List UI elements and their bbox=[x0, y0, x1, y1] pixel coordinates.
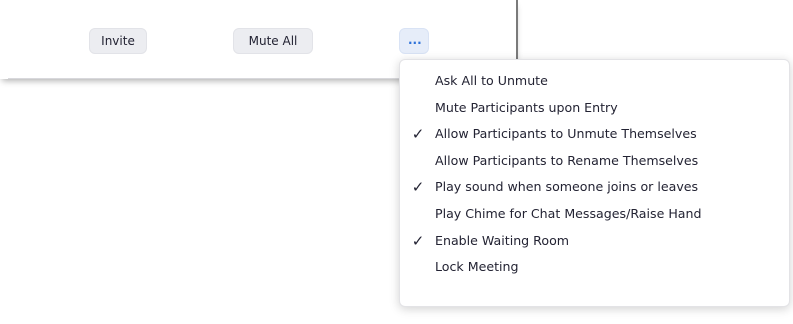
menu-item-label: Allow Participants to Rename Themselves bbox=[435, 152, 699, 168]
check-icon: ✓ bbox=[411, 178, 425, 197]
mute-all-button[interactable]: Mute All bbox=[233, 28, 313, 54]
menu-item-allow-unmute-themselves[interactable]: ✓ Allow Participants to Unmute Themselve… bbox=[400, 121, 789, 148]
menu-item-play-chime[interactable]: Play Chime for Chat Messages/Raise Hand bbox=[400, 201, 789, 228]
menu-item-label: Play sound when someone joins or leaves bbox=[435, 179, 699, 195]
menu-item-play-join-leave-sound[interactable]: ✓ Play sound when someone joins or leave… bbox=[400, 174, 789, 201]
check-icon: ✓ bbox=[411, 125, 425, 144]
menu-item-label: Lock Meeting bbox=[435, 259, 519, 275]
menu-item-label: Mute Participants upon Entry bbox=[435, 99, 618, 115]
check-icon: ✓ bbox=[411, 231, 425, 250]
menu-item-enable-waiting-room[interactable]: ✓ Enable Waiting Room bbox=[400, 228, 789, 255]
more-options-menu: Ask All to Unmute Mute Participants upon… bbox=[399, 59, 790, 307]
more-options-button[interactable]: ... bbox=[399, 28, 429, 54]
invite-button[interactable]: Invite bbox=[89, 28, 147, 54]
menu-item-label: Ask All to Unmute bbox=[435, 73, 548, 88]
menu-item-label: Allow Participants to Unmute Themselves bbox=[435, 126, 697, 142]
menu-item-label: Play Chime for Chat Messages/Raise Hand bbox=[435, 205, 702, 221]
menu-item-mute-upon-entry[interactable]: Mute Participants upon Entry bbox=[400, 95, 789, 122]
menu-item-allow-rename-themselves[interactable]: Allow Participants to Rename Themselves bbox=[400, 148, 789, 175]
menu-item-ask-all-to-unmute[interactable]: Ask All to Unmute bbox=[400, 68, 789, 95]
menu-item-label: Enable Waiting Room bbox=[435, 232, 570, 248]
menu-item-lock-meeting[interactable]: Lock Meeting bbox=[400, 254, 789, 281]
